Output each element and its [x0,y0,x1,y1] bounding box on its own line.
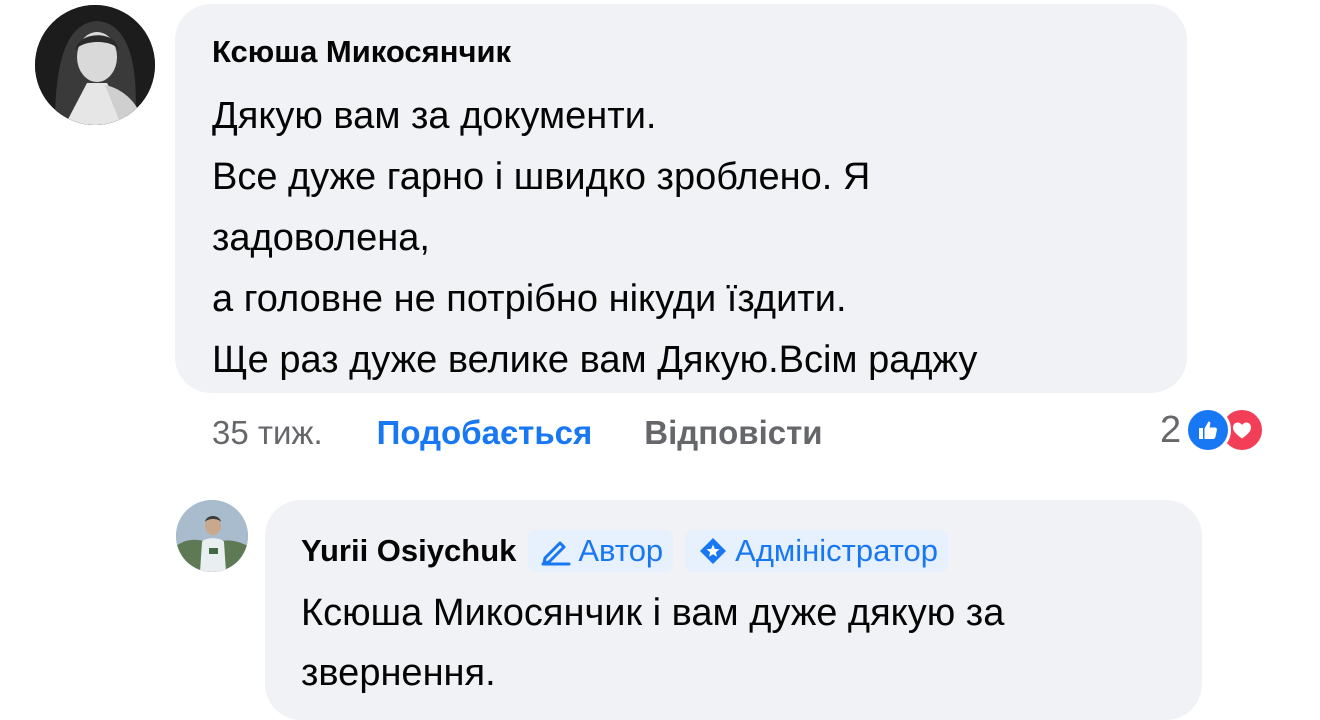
comment-line: Все дуже гарно і швидко зроблено. Я [212,156,871,198]
comment-timestamp[interactable]: 35 тиж. [212,414,323,452]
profile-photo [35,5,155,125]
reply-avatar[interactable] [176,500,248,572]
reply-header: Yurii Osiychuk Автор Адміністратор [301,530,948,572]
reply-button[interactable]: Відповісти [644,414,822,452]
author-badge: Автор [528,530,674,572]
comment-line: а головне не потрібно нікуди їздити. [212,278,847,320]
comment-line: задоволена, [212,217,430,259]
diamond-star-icon [700,538,727,564]
like-button[interactable]: Подобається [377,414,593,452]
pencil-icon [541,541,571,566]
like-icon [1185,407,1232,453]
reply-text: Ксюша Микосянчик і вам дуже дякую за зве… [301,592,1005,694]
author-badge-label: Автор [578,533,664,568]
comment-actions: 35 тиж. Подобається Відповісти [212,411,823,455]
avatar[interactable] [35,5,155,125]
admin-badge-label: Адміністратор [735,533,938,568]
admin-badge: Адміністратор [685,530,948,572]
comment-line: Дякую вам за документи. [212,95,657,137]
comment-text: Дякую вам за документи. Все дуже гарно і… [212,86,1172,391]
comment-bubble: Ксюша Микосянчик Дякую вам за документи.… [175,4,1187,393]
reply-bubble: Yurii Osiychuk Автор Адміністратор Ксюша… [265,500,1202,720]
profile-photo [176,500,248,572]
reactions-summary[interactable]: 2 [1160,405,1266,455]
reply-author[interactable]: Yurii Osiychuk [301,533,516,569]
reaction-count: 2 [1160,408,1182,451]
comment-line: Ще раз дуже велике вам Дякую.Всім раджу [212,339,978,381]
comment-author[interactable]: Ксюша Микосянчик [212,34,511,70]
